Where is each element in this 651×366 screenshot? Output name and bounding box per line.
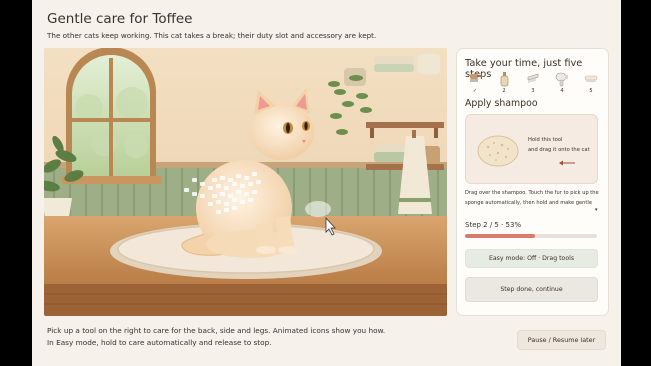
progress-label: Step 2 / 5 · 53% (465, 221, 522, 229)
step-2[interactable]: 2 (494, 71, 514, 99)
current-step-title: Apply shampoo (465, 98, 538, 109)
brush-icon (470, 74, 482, 82)
dryer-icon (555, 72, 568, 87)
sponge-ghost (305, 201, 331, 217)
tool-hint: Hold this tool and drag it onto the cat (528, 135, 594, 155)
easy-mode-button[interactable]: Easy mode: Off · Drag tools (465, 249, 598, 268)
chevron-down-icon[interactable]: ▾ (595, 207, 598, 213)
step-3[interactable]: 3 (523, 71, 543, 99)
game-window: Gentle care for Toffee The other cats ke… (32, 0, 621, 366)
progress-bar (465, 234, 597, 238)
step-4[interactable]: 4 (552, 71, 572, 99)
step-instructions: Drag over the shampoo. Touch the fur to … (465, 190, 599, 206)
tool-hint-line1: Hold this tool (528, 137, 563, 143)
step-label: 3 (531, 88, 535, 94)
step-1[interactable]: ✓ (465, 71, 485, 99)
shampoo-icon (500, 72, 509, 87)
page-title: Gentle care for Toffee (47, 11, 193, 27)
step-done-button[interactable]: Step done, continue (465, 277, 598, 302)
tool-card[interactable]: Hold this tool and drag it onto the cat (465, 114, 598, 184)
step-label: ✓ (472, 88, 478, 94)
tool-hint-line2: and drag it onto the cat (528, 147, 590, 153)
step-label: 5 (589, 88, 593, 94)
step-5[interactable]: 5 (581, 71, 601, 99)
sponge-icon[interactable] (476, 131, 526, 171)
scene-illustration (44, 48, 447, 316)
arrow-left-icon (559, 160, 575, 166)
step-label: 4 (560, 88, 564, 94)
progress-fill (465, 234, 535, 238)
comb-icon (527, 73, 539, 83)
towel-icon (584, 75, 598, 82)
grooming-scene[interactable] (44, 48, 447, 316)
page-subtitle: The other cats keep working. This cat ta… (47, 31, 377, 40)
care-panel: Take your time, just five steps ✓ 2 3 4 … (456, 48, 609, 316)
step-label: 2 (502, 88, 506, 94)
step-tracker: ✓ 2 3 4 5 (465, 71, 601, 99)
pause-resume-button[interactable]: Pause / Resume later (517, 330, 606, 350)
footer-instructions: Pick up a tool on the right to care for … (47, 326, 386, 347)
